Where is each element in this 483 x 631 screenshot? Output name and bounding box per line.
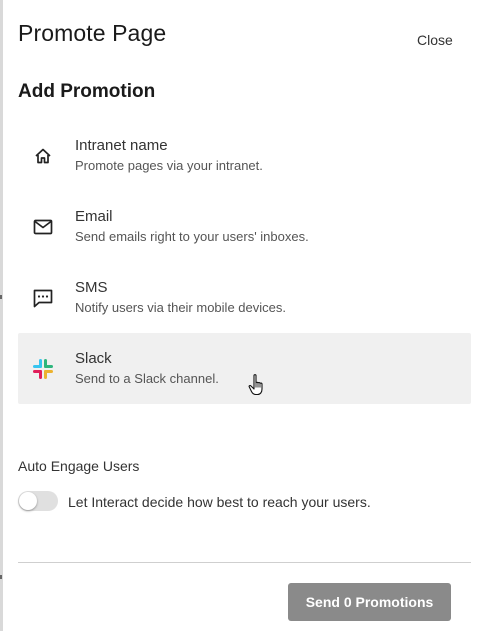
section-title: Add Promotion — [18, 81, 156, 102]
backdrop-mark — [0, 575, 2, 579]
promotion-name: Email — [75, 208, 113, 225]
promotion-item-email[interactable]: Email Send emails right to your users' i… — [18, 191, 471, 262]
promotion-description: Promote pages via your intranet. — [75, 158, 263, 173]
backdrop-mark — [0, 295, 2, 299]
envelope-icon — [32, 216, 54, 238]
promotion-name: Intranet name — [75, 137, 168, 154]
footer-divider — [18, 562, 471, 563]
auto-engage-title: Auto Engage Users — [18, 458, 140, 474]
auto-engage-toggle-label: Let Interact decide how best to reach yo… — [68, 494, 371, 510]
promote-page-panel: Promote Page Close Add Promotion Intrane… — [3, 0, 483, 631]
home-icon — [32, 145, 54, 167]
page-title: Promote Page — [18, 20, 167, 46]
hand-pointer-cursor-icon — [247, 373, 267, 397]
promotion-description: Send emails right to your users' inboxes… — [75, 229, 309, 244]
slack-icon — [32, 358, 54, 380]
promotion-name: SMS — [75, 279, 108, 296]
auto-engage-toggle[interactable] — [18, 491, 58, 511]
toggle-knob — [19, 492, 37, 510]
send-promotions-button[interactable]: Send 0 Promotions — [288, 583, 451, 621]
promotion-description: Send to a Slack channel. — [75, 371, 219, 386]
close-button[interactable]: Close — [417, 32, 453, 48]
promotion-description: Notify users via their mobile devices. — [75, 300, 286, 315]
promotion-name: Slack — [75, 350, 112, 367]
promotion-item-intranet[interactable]: Intranet name Promote pages via your int… — [18, 120, 471, 191]
promotion-item-slack[interactable]: Slack Send to a Slack channel. — [18, 333, 471, 404]
promotion-item-sms[interactable]: SMS Notify users via their mobile device… — [18, 262, 471, 333]
promotion-list: Intranet name Promote pages via your int… — [18, 120, 471, 404]
chat-bubble-icon — [32, 287, 54, 309]
